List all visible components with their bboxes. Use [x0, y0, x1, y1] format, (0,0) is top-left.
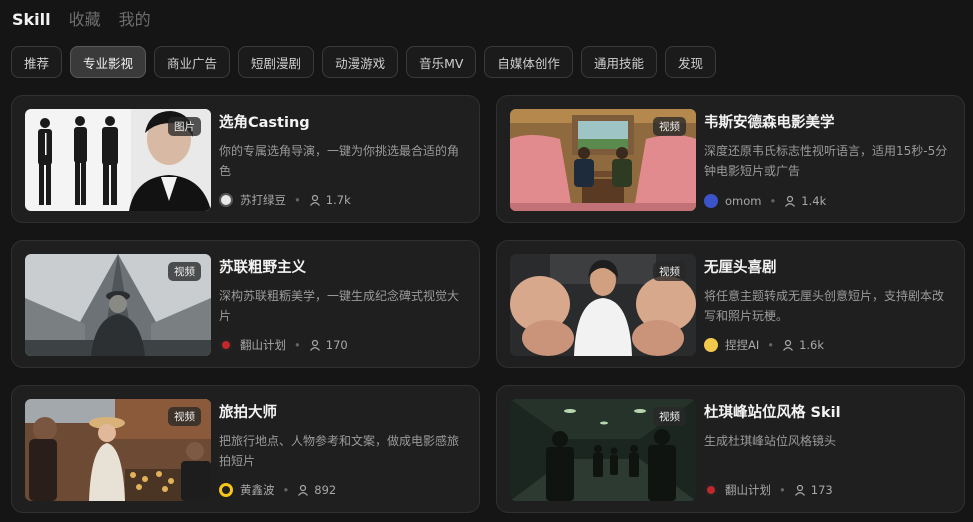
skill-description: 生成杜琪峰站位风格镜头: [704, 434, 837, 448]
category-chips: 推荐 专业影视 商业广告 短剧漫剧 动漫游戏 音乐MV 自媒体创作 通用技能 发…: [11, 46, 716, 78]
skill-description: 深度还原韦氏标志性视听语言，适用15秒-5分钟电影短片或广告: [704, 144, 948, 178]
chip-commercial-ads[interactable]: 商业广告: [154, 46, 231, 78]
skill-grid: 图片 选角Casting 你的专属选角导演，一键为你挑选最合适的角色 苏打绿豆 …: [11, 95, 965, 513]
media-type-badge: 图片: [168, 117, 201, 136]
skill-title: 韦斯安德森电影美学: [704, 115, 835, 131]
skill-description: 将任意主题转成无厘头创意短片，支持剧本改写和照片玩梗。: [704, 289, 945, 323]
meta-separator: •: [294, 338, 301, 352]
skill-card[interactable]: 图片 选角Casting 你的专属选角导演，一键为你挑选最合适的角色 苏打绿豆 …: [11, 95, 480, 223]
skill-card[interactable]: 视频 苏联粗野主义 深构苏联粗粝美学，一键生成纪念碑式视觉大片 翻山计划 • 1…: [11, 240, 480, 368]
meta-separator: •: [282, 483, 290, 497]
author-avatar: [704, 338, 718, 352]
gangster-corridor-thumbnail: 视频: [510, 399, 696, 501]
author-avatar: [219, 338, 233, 352]
usage-count: 1.6k: [799, 338, 825, 352]
travel-market-thumbnail: 视频: [25, 399, 211, 501]
skill-card[interactable]: 视频 无厘头喜剧 将任意主题转成无厘头创意短片，支持剧本改写和照片玩梗。 捏捏A…: [496, 240, 965, 368]
user-icon: [297, 484, 309, 496]
media-type-badge: 视频: [653, 407, 686, 426]
chip-recommended[interactable]: 推荐: [11, 46, 63, 78]
meta-separator: •: [294, 193, 301, 207]
skill-title: 杜琪峰站位风格 Skil: [704, 405, 841, 421]
skill-card[interactable]: 视频 韦斯安德森电影美学 深度还原韦氏标志性视听语言，适用15秒-5分钟电影短片…: [496, 95, 965, 223]
author-name[interactable]: omom: [725, 194, 761, 208]
user-icon: [309, 339, 321, 351]
user-icon: [782, 339, 794, 351]
usage-count: 170: [325, 338, 348, 352]
meta-separator: •: [779, 483, 786, 497]
top-tabs: Skill 收藏 我的: [12, 6, 151, 30]
chip-self-media[interactable]: 自媒体创作: [484, 46, 573, 78]
author-avatar: [704, 194, 718, 208]
muscle-comedy-thumbnail: 视频: [510, 254, 696, 356]
usage-count: 892: [314, 483, 337, 497]
chip-film-tv[interactable]: 专业影视: [70, 46, 147, 78]
usage-count: 1.4k: [801, 194, 827, 208]
user-icon: [784, 195, 796, 207]
casting-thumbnail: 图片: [25, 109, 211, 211]
skill-description: 深构苏联粗粝美学，一键生成纪念碑式视觉大片: [219, 289, 460, 323]
skill-card[interactable]: 视频 旅拍大师 把旅行地点、人物参考和文案，做成电影感旅拍短片 黄鑫波 • 89…: [11, 385, 480, 513]
author-name[interactable]: 苏打绿豆: [240, 192, 286, 208]
chip-general-skills[interactable]: 通用技能: [580, 46, 657, 78]
meta-separator: •: [769, 194, 777, 208]
author-avatar: [219, 483, 233, 497]
chip-discover[interactable]: 发现: [664, 46, 716, 78]
usage-count: 1.7k: [325, 193, 351, 207]
user-icon: [309, 194, 321, 206]
chip-short-drama[interactable]: 短剧漫剧: [238, 46, 315, 78]
skill-title: 无厘头喜剧: [704, 260, 777, 276]
chip-anime-games[interactable]: 动漫游戏: [322, 46, 399, 78]
skill-title: 选角Casting: [219, 115, 310, 131]
tab-mine[interactable]: 我的: [119, 6, 151, 30]
media-type-badge: 视频: [653, 117, 686, 136]
tab-skill[interactable]: Skill: [12, 10, 51, 29]
skill-title: 旅拍大师: [219, 405, 277, 421]
tab-favorites[interactable]: 收藏: [69, 6, 101, 30]
chip-music-mv[interactable]: 音乐MV: [406, 46, 477, 78]
usage-count: 173: [810, 483, 833, 497]
media-type-badge: 视频: [168, 407, 201, 426]
author-name[interactable]: 捏捏AI: [725, 337, 759, 353]
train-carriage-thumbnail: 视频: [510, 109, 696, 211]
media-type-badge: 视频: [653, 262, 686, 281]
author-name[interactable]: 黄鑫波: [240, 482, 275, 498]
skill-description: 把旅行地点、人物参考和文案，做成电影感旅拍短片: [219, 434, 460, 468]
skill-description: 你的专属选角导演，一键为你挑选最合适的角色: [219, 144, 460, 178]
user-icon: [794, 484, 806, 496]
author-avatar: [704, 483, 718, 497]
skill-card[interactable]: 视频 杜琪峰站位风格 Skil 生成杜琪峰站位风格镜头 翻山计划 • 173: [496, 385, 965, 513]
author-avatar: [219, 193, 233, 207]
monument-soldier-thumbnail: 视频: [25, 254, 211, 356]
author-name[interactable]: 翻山计划: [725, 482, 771, 498]
author-name[interactable]: 翻山计划: [240, 337, 286, 353]
meta-separator: •: [767, 338, 775, 352]
media-type-badge: 视频: [168, 262, 201, 281]
skill-title: 苏联粗野主义: [219, 260, 306, 276]
